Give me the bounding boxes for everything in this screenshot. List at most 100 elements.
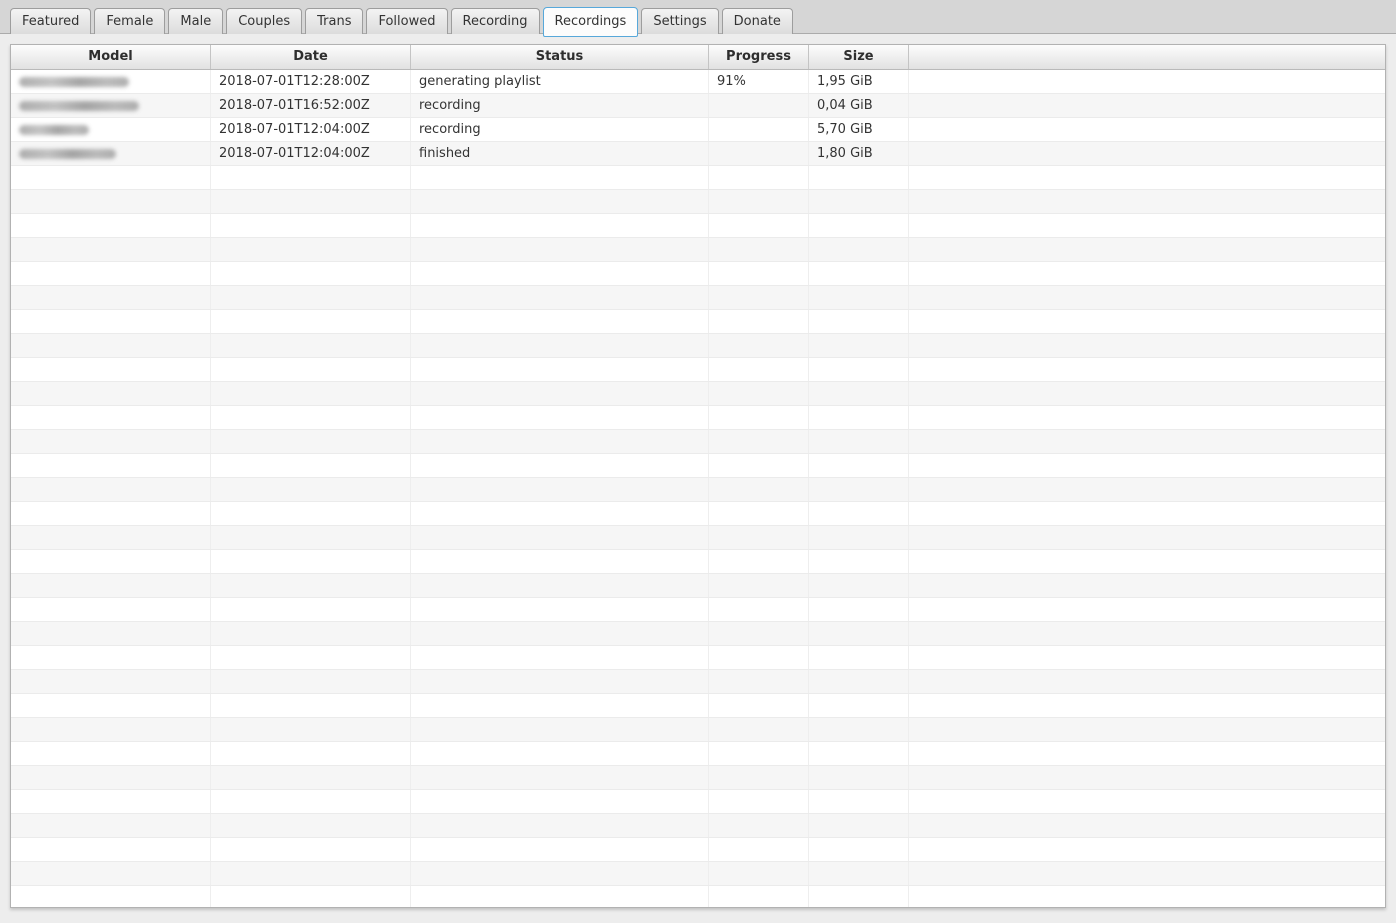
tab-followed[interactable]: Followed <box>366 8 448 34</box>
cell-progress <box>709 814 809 837</box>
cell-status <box>411 622 709 645</box>
cell-progress <box>709 886 809 907</box>
table-row[interactable]: 2018-07-01T16:52:00Z recording 0,04 GiB <box>11 94 1385 118</box>
cell-date <box>211 814 411 837</box>
cell-extra <box>909 118 1385 141</box>
cell-progress <box>709 790 809 813</box>
table-row[interactable]: 2018-07-01T12:04:00Z finished 1,80 GiB <box>11 142 1385 166</box>
table-row-empty <box>11 214 1385 238</box>
cell-size <box>809 646 909 669</box>
cell-size <box>809 406 909 429</box>
cell-extra <box>909 766 1385 789</box>
cell-extra <box>909 574 1385 597</box>
cell-size <box>809 502 909 525</box>
cell-status <box>411 718 709 741</box>
cell-date <box>211 286 411 309</box>
tab-female[interactable]: Female <box>94 8 166 34</box>
cell-progress <box>709 574 809 597</box>
table-row-empty <box>11 766 1385 790</box>
cell-extra <box>909 718 1385 741</box>
cell-date <box>211 598 411 621</box>
tab-recording[interactable]: Recording <box>450 8 540 34</box>
cell-status: generating playlist <box>411 70 709 93</box>
column-header-status[interactable]: Status <box>411 45 709 69</box>
cell-status <box>411 166 709 189</box>
tab-male[interactable]: Male <box>168 8 224 34</box>
cell-date <box>211 502 411 525</box>
table-row-empty <box>11 790 1385 814</box>
cell-progress <box>709 382 809 405</box>
cell-date <box>211 838 411 861</box>
cell-extra <box>909 286 1385 309</box>
redacted-model-name <box>19 149 116 159</box>
cell-model <box>11 238 211 261</box>
table-row-empty <box>11 598 1385 622</box>
tab-featured[interactable]: Featured <box>10 8 92 34</box>
cell-extra <box>909 454 1385 477</box>
cell-status <box>411 454 709 477</box>
tab-recordings[interactable]: Recordings <box>542 7 639 37</box>
cell-model <box>11 790 211 813</box>
cell-extra <box>909 550 1385 573</box>
cell-extra <box>909 190 1385 213</box>
table-row-empty <box>11 454 1385 478</box>
cell-progress <box>709 646 809 669</box>
cell-progress <box>709 742 809 765</box>
cell-size <box>809 622 909 645</box>
cell-status <box>411 286 709 309</box>
column-header-progress[interactable]: Progress <box>709 45 809 69</box>
cell-date <box>211 238 411 261</box>
table-row-empty <box>11 478 1385 502</box>
cell-size <box>809 838 909 861</box>
cell-model <box>11 454 211 477</box>
cell-date <box>211 214 411 237</box>
cell-status <box>411 262 709 285</box>
tab-settings[interactable]: Settings <box>641 8 719 34</box>
column-header-extra[interactable] <box>909 45 1385 69</box>
cell-progress <box>709 598 809 621</box>
tab-bar: Featured Female Male Couples Trans Followed Re… <box>0 0 1396 37</box>
cell-model <box>11 286 211 309</box>
cell-size <box>809 886 909 907</box>
cell-model <box>11 190 211 213</box>
cell-extra <box>909 814 1385 837</box>
redacted-model-name <box>19 77 129 87</box>
tab-couples[interactable]: Couples <box>226 8 303 34</box>
cell-size <box>809 358 909 381</box>
cell-model <box>11 70 211 93</box>
cell-date <box>211 574 411 597</box>
tab-donate[interactable]: Donate <box>721 8 793 34</box>
column-header-date[interactable]: Date <box>211 45 411 69</box>
cell-model <box>11 838 211 861</box>
cell-extra <box>909 646 1385 669</box>
tab-trans[interactable]: Trans <box>305 8 364 34</box>
cell-extra <box>909 790 1385 813</box>
table-row-empty <box>11 718 1385 742</box>
cell-extra <box>909 262 1385 285</box>
cell-size <box>809 574 909 597</box>
cell-status <box>411 550 709 573</box>
cell-date <box>211 430 411 453</box>
cell-model <box>11 550 211 573</box>
column-header-model[interactable]: Model <box>11 45 211 69</box>
cell-extra <box>909 838 1385 861</box>
cell-model <box>11 310 211 333</box>
table-row-empty <box>11 526 1385 550</box>
cell-progress <box>709 862 809 885</box>
redacted-model-name <box>19 101 139 111</box>
cell-progress <box>709 454 809 477</box>
cell-model <box>11 166 211 189</box>
table-row-empty <box>11 286 1385 310</box>
cell-progress <box>709 214 809 237</box>
table-row-empty <box>11 886 1385 907</box>
cell-size <box>809 478 909 501</box>
table-row[interactable]: 2018-07-01T12:28:00Z generating playlist 9… <box>11 70 1385 94</box>
table-row-empty <box>11 334 1385 358</box>
cell-model <box>11 358 211 381</box>
cell-status <box>411 670 709 693</box>
cell-extra <box>909 406 1385 429</box>
table-row-empty <box>11 358 1385 382</box>
table-row[interactable]: 2018-07-01T12:04:00Z recording 5,70 GiB <box>11 118 1385 142</box>
cell-extra <box>909 694 1385 717</box>
column-header-size[interactable]: Size <box>809 45 909 69</box>
